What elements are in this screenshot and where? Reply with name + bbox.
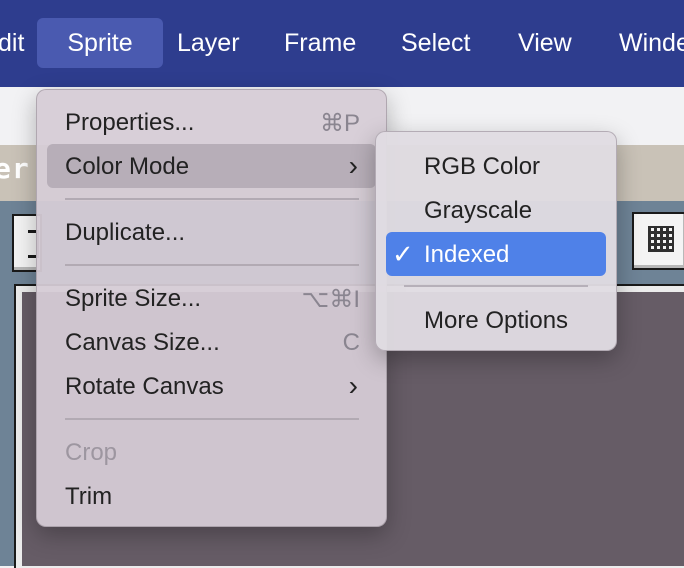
submenu-item-grayscale[interactable]: Grayscale	[386, 188, 606, 232]
menu-separator	[404, 285, 588, 287]
menu-item-rotate-canvas[interactable]: Rotate Canvas ›	[47, 364, 376, 408]
menu-sprite[interactable]: Sprite	[37, 18, 163, 68]
menu-item-color-mode[interactable]: Color Mode ›	[47, 144, 376, 188]
menu-item-duplicate[interactable]: Duplicate...	[47, 210, 376, 254]
sprite-menu: Properties... ⌘P Color Mode › Duplicate.…	[36, 89, 387, 527]
menu-separator	[65, 264, 359, 266]
chevron-right-icon: ›	[348, 150, 358, 181]
menu-item-sprite-size[interactable]: Sprite Size... ⌥⌘I	[47, 276, 376, 320]
menu-item-label: Color Mode	[65, 153, 190, 180]
submenu-item-label: Grayscale	[424, 197, 533, 224]
chevron-right-icon: ›	[348, 370, 358, 401]
menu-bar: dit Sprite Layer Frame Select View Winde	[0, 0, 684, 87]
menu-item-label: Properties...	[65, 109, 195, 136]
menu-layer[interactable]: Layer	[177, 18, 240, 68]
shortcut-label: C	[342, 329, 360, 356]
submenu-item-rgb-color[interactable]: RGB Color	[386, 144, 606, 188]
menu-item-properties[interactable]: Properties... ⌘P	[47, 100, 376, 144]
checkmark-icon: ✓	[392, 239, 414, 269]
submenu-item-label: RGB Color	[424, 153, 541, 180]
submenu-item-more-options[interactable]: More Options	[386, 298, 606, 342]
menu-window[interactable]: Winde	[619, 18, 684, 68]
grid-icon	[648, 226, 674, 252]
submenu-item-indexed[interactable]: ✓ Indexed	[386, 232, 606, 276]
menu-item-label: Sprite Size...	[65, 285, 202, 312]
shortcut-label: ⌘P	[319, 110, 360, 137]
menu-separator	[65, 198, 359, 200]
submenu-item-label: More Options	[424, 307, 569, 334]
color-mode-submenu: RGB Color Grayscale ✓ Indexed More Optio…	[375, 131, 617, 351]
menu-frame[interactable]: Frame	[284, 18, 356, 68]
panel-title: er	[0, 152, 30, 185]
menu-item-label: Duplicate...	[65, 219, 186, 246]
submenu-item-label: Indexed	[424, 241, 510, 268]
menu-item-label: Rotate Canvas	[65, 373, 224, 400]
menu-item-trim[interactable]: Trim	[47, 474, 376, 518]
menu-item-label: Trim	[65, 483, 113, 510]
menu-item-label: Crop	[65, 439, 118, 466]
menu-select[interactable]: Select	[401, 18, 470, 68]
menu-item-crop: Crop	[47, 430, 376, 474]
menu-separator	[65, 418, 359, 420]
grid-toggle-button[interactable]	[632, 212, 684, 270]
menu-edit[interactable]: dit	[0, 18, 24, 68]
menu-view[interactable]: View	[518, 18, 572, 68]
menu-item-canvas-size[interactable]: Canvas Size... C	[47, 320, 376, 364]
menu-item-label: Canvas Size...	[65, 329, 220, 356]
shortcut-label: ⌥⌘I	[301, 286, 360, 313]
